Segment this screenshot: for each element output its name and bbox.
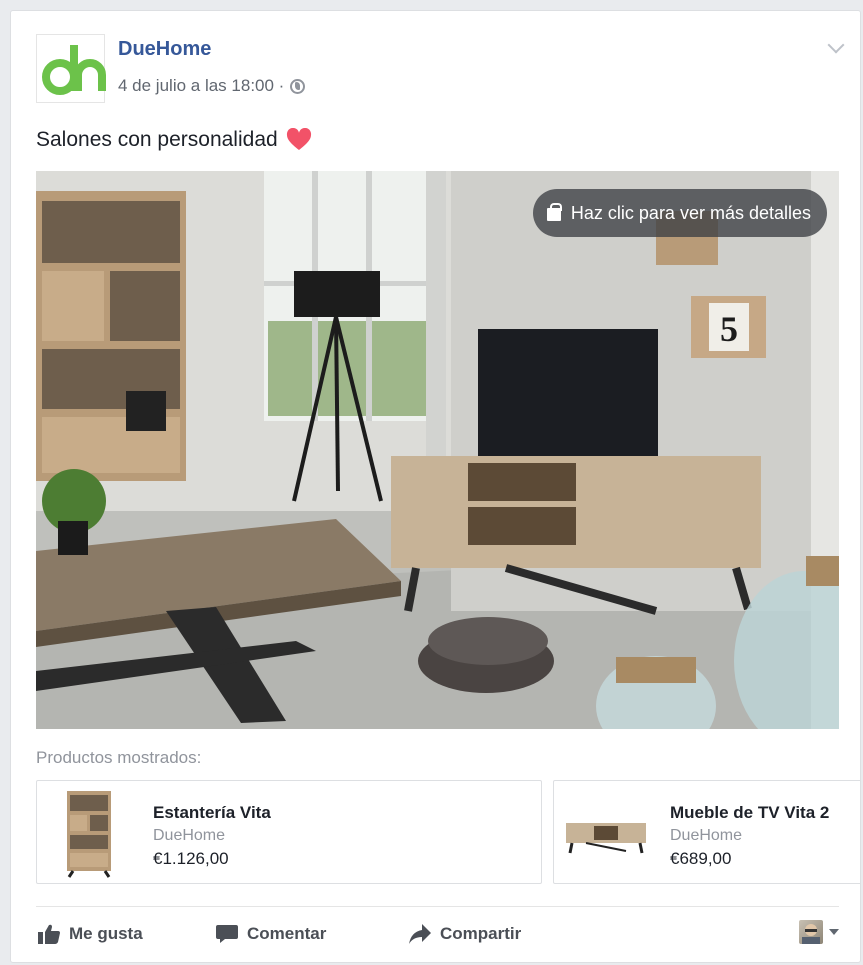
post-timestamp[interactable]: 4 de julio a las 18:00 · (118, 76, 284, 96)
chevron-down-icon[interactable] (827, 36, 845, 54)
view-details-label: Haz clic para ver más detalles (570, 202, 811, 223)
page-name-link[interactable]: DueHome (118, 38, 211, 61)
comment-label: Comentar (247, 924, 327, 943)
post-meta: 4 de julio a las 18:00 · (118, 76, 306, 96)
globe-icon (290, 78, 306, 94)
bookshelf-thumbnail (67, 791, 111, 878)
view-details-button[interactable]: Haz clic para ver más detalles (532, 189, 827, 237)
reaction-as-selector[interactable] (799, 920, 839, 944)
post-caption: Salones con personalidad (36, 128, 312, 152)
living-room-image: 5 (36, 171, 839, 729)
product-card[interactable]: Mueble de TV Vita 2 DueHome €689,00 (553, 780, 860, 884)
product-name[interactable]: Mueble de TV Vita 2 (670, 803, 829, 823)
product-price: €1.126,00 (153, 849, 229, 868)
share-arrow-icon (409, 924, 431, 944)
like-button[interactable]: Me gusta (38, 916, 143, 952)
avatar (799, 920, 823, 944)
product-brand: DueHome (153, 827, 226, 844)
wall-sign-number: 5 (720, 309, 738, 349)
post-card: DueHome 4 de julio a las 18:00 · Salones… (10, 10, 861, 963)
tv-unit-thumbnail (566, 823, 646, 854)
comment-button[interactable]: Comentar (216, 916, 326, 952)
product-card[interactable]: Estantería Vita DueHome €1.126,00 (36, 780, 542, 884)
action-divider (36, 906, 839, 907)
post-photo[interactable]: 5 Haz clic para ver más detalles (36, 171, 839, 729)
product-price: €689,00 (670, 849, 732, 868)
products-shown-label: Productos mostrados: (36, 748, 202, 767)
page-logo-icon[interactable] (36, 34, 106, 103)
thumbs-up-icon (38, 924, 60, 944)
product-brand: DueHome (670, 827, 743, 844)
share-button[interactable]: Compartir (409, 916, 521, 952)
caption-text: Salones con personalidad (36, 128, 278, 151)
action-bar: Me gusta Comentar Compartir (36, 916, 851, 952)
like-label: Me gusta (69, 924, 143, 943)
caret-down-icon (829, 929, 839, 935)
heart-icon (286, 128, 311, 150)
product-name[interactable]: Estantería Vita (153, 803, 271, 823)
comment-icon (216, 925, 238, 943)
shopping-bag-icon (546, 203, 562, 221)
share-label: Compartir (440, 924, 522, 943)
